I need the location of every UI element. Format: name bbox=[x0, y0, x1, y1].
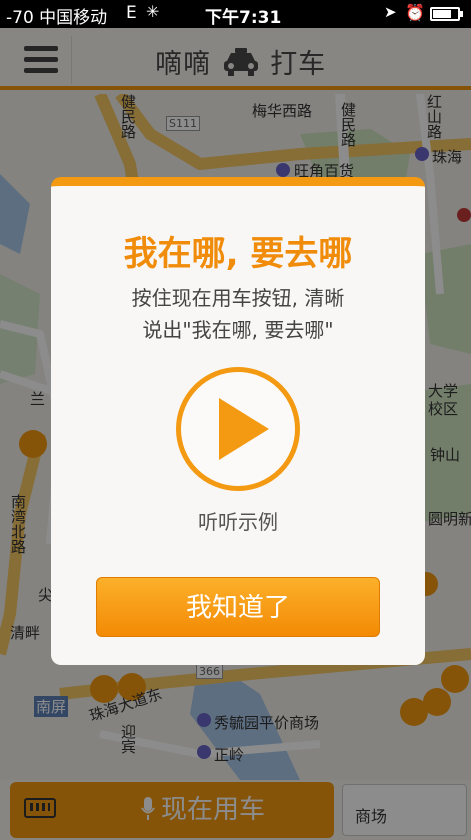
clock: 下午7:31 bbox=[205, 8, 282, 28]
voice-tutorial-dialog: 我在哪, 要去哪 按住现在用车按钮, 清晰 说出"我在哪, 要去哪" 听听示例 … bbox=[51, 177, 425, 665]
play-icon bbox=[219, 398, 269, 460]
play-example-button[interactable] bbox=[176, 367, 300, 491]
dialog-title: 我在哪, 要去哪 bbox=[123, 234, 353, 274]
status-bar: -70 中国移动 E ✳ 下午7:31 ➤ ⏰ bbox=[0, 0, 471, 28]
location-arrow-icon: ➤ bbox=[384, 3, 397, 21]
example-label: 听听示例 bbox=[198, 510, 278, 534]
alarm-icon: ⏰ bbox=[405, 3, 425, 22]
network-type: E bbox=[126, 3, 137, 23]
battery-icon bbox=[430, 7, 463, 21]
carrier-label: -70 中国移动 bbox=[6, 8, 108, 28]
got-it-button[interactable]: 我知道了 bbox=[96, 577, 380, 637]
dialog-instruction-line-1: 按住现在用车按钮, 清晰 bbox=[131, 286, 345, 310]
activity-spinner-icon: ✳ bbox=[146, 2, 160, 21]
dialog-instruction-line-2: 说出"我在哪, 要去哪" bbox=[142, 318, 334, 342]
